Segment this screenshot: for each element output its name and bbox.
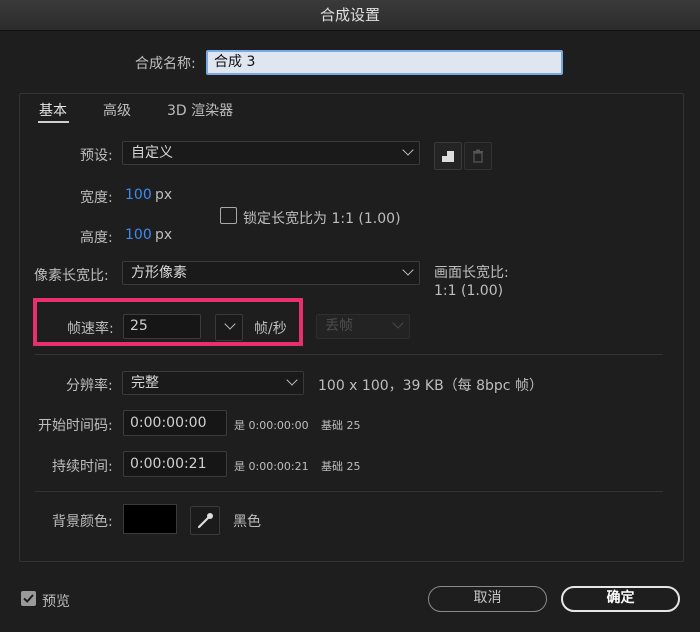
eyedropper-icon <box>197 513 213 529</box>
drop-frame-value: 丢帧 <box>325 318 353 334</box>
chevron-down-icon <box>392 317 404 329</box>
pixel-aspect-select[interactable]: 方形像素 <box>122 261 420 285</box>
preset-label: 预设: <box>80 148 113 164</box>
trash-icon <box>473 149 483 163</box>
resolution-label: 分辨率: <box>66 378 113 394</box>
frame-aspect-value: 1:1 (1.00) <box>434 283 504 299</box>
chevron-down-icon <box>402 144 414 156</box>
cancel-button-label: 取消 <box>473 590 502 606</box>
active-tab-underline <box>38 121 69 123</box>
background-color-swatch[interactable] <box>123 504 177 534</box>
chevron-down-icon <box>402 264 414 276</box>
width-unit: px <box>155 187 173 203</box>
frame-rate-label: 帧速率: <box>67 321 114 337</box>
width-value[interactable]: 100 <box>125 187 152 203</box>
comp-name-label: 合成名称: <box>135 56 196 72</box>
frame-rate-dropdown-button[interactable] <box>215 314 243 341</box>
resolution-value: 完整 <box>131 375 159 391</box>
start-timecode-label: 开始时间码: <box>38 418 113 434</box>
resolution-select[interactable]: 完整 <box>122 371 304 395</box>
start-timecode-input[interactable]: 0:00:00:00 <box>123 410 227 436</box>
frame-rate-input[interactable]: 25 <box>123 314 201 339</box>
pixel-aspect-value: 方形像素 <box>131 265 187 281</box>
delete-preset-button[interactable] <box>464 142 492 170</box>
tab-basic[interactable]: 基本 <box>39 100 67 120</box>
preset-value: 自定义 <box>131 145 173 161</box>
duration-value: 0:00:00:21 <box>130 456 207 472</box>
lock-aspect-label: 锁定长宽比为 1:1 (1.00) <box>243 211 401 227</box>
frame-aspect-label: 画面长宽比: <box>434 265 509 281</box>
duration-base: 基础 25 <box>321 460 361 473</box>
start-timecode-info: 是 0:00:00:00 <box>234 419 309 432</box>
resolution-info: 100 x 100，39 KB（每 8bpc 帧） <box>318 378 543 394</box>
start-timecode-base: 基础 25 <box>321 419 361 432</box>
tab-3d-renderer[interactable]: 3D 渲染器 <box>167 100 233 120</box>
tab-advanced[interactable]: 高级 <box>103 100 131 120</box>
ok-button[interactable]: 确定 <box>561 586 680 612</box>
width-label: 宽度: <box>80 190 113 206</box>
chevron-down-icon <box>286 374 298 386</box>
eyedropper-button[interactable] <box>190 506 220 535</box>
frame-rate-unit: 帧/秒 <box>254 321 287 337</box>
window-title: 合成设置 <box>0 0 700 31</box>
background-color-label: 背景颜色: <box>52 514 113 530</box>
height-label: 高度: <box>80 230 113 246</box>
frame-rate-value: 25 <box>130 318 148 334</box>
preview-checkbox[interactable] <box>21 591 36 606</box>
divider <box>35 354 663 355</box>
chevron-down-icon <box>224 318 236 330</box>
start-timecode-value: 0:00:00:00 <box>130 415 207 431</box>
duration-label: 持续时间: <box>52 459 113 475</box>
preview-label: 预览 <box>42 594 70 610</box>
comp-name-value: 合成 3 <box>214 54 256 70</box>
height-value[interactable]: 100 <box>125 227 152 243</box>
background-color-name: 黑色 <box>233 514 261 530</box>
save-preset-button[interactable] <box>434 142 462 170</box>
checkmark-icon <box>23 594 34 603</box>
divider <box>35 491 663 492</box>
save-preset-icon <box>442 151 454 162</box>
duration-info: 是 0:00:00:21 <box>234 460 309 473</box>
duration-input[interactable]: 0:00:00:21 <box>123 451 227 477</box>
ok-button-label: 确定 <box>606 590 635 606</box>
lock-aspect-checkbox[interactable] <box>220 207 237 224</box>
pixel-aspect-label: 像素长宽比: <box>34 268 109 284</box>
comp-name-input[interactable]: 合成 3 <box>206 50 563 75</box>
cancel-button[interactable]: 取消 <box>428 586 547 612</box>
drop-frame-select: 丢帧 <box>316 314 410 339</box>
height-unit: px <box>155 227 173 243</box>
preset-select[interactable]: 自定义 <box>122 141 420 165</box>
